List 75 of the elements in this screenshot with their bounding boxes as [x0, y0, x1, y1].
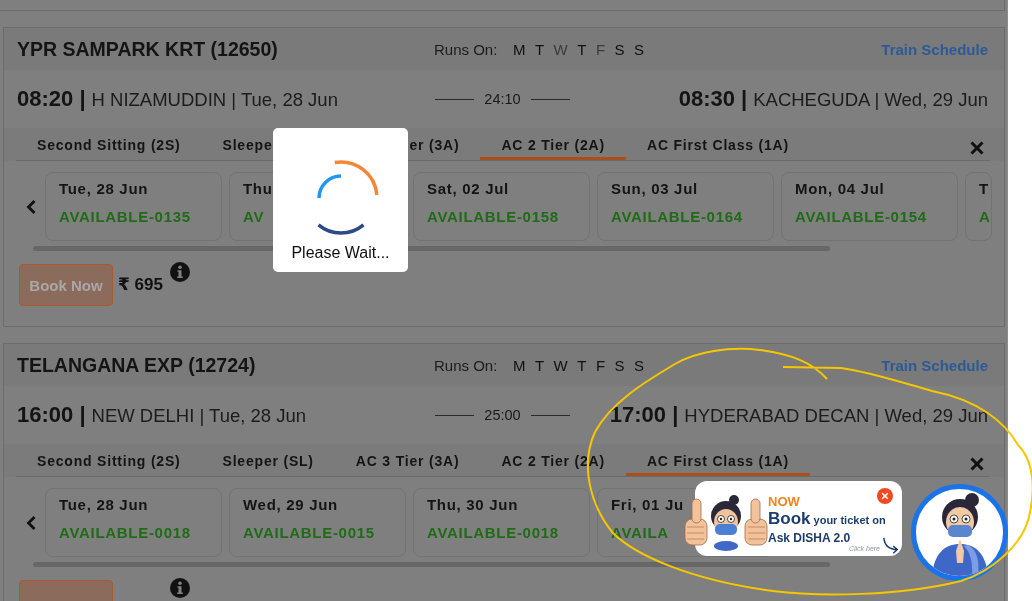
curved-arrow-icon [882, 537, 900, 555]
chevron-left-icon[interactable] [26, 515, 36, 530]
date-card[interactable]: Thu, 30 Jun AVAILABLE-0018 [413, 488, 590, 557]
date-card[interactable]: Tue, 28 Jun AVAILABLE-0018 [45, 488, 222, 557]
departure-details: H NIZAMUDDIN | Tue, 28 Jun [91, 89, 338, 111]
chevron-left-icon[interactable] [26, 199, 36, 214]
class-tab[interactable]: Second Sitting (2S) [16, 128, 202, 160]
weekday-letter: S [614, 40, 625, 58]
journey-duration: 25:00 [484, 407, 521, 423]
scrollbar-thumb[interactable] [33, 562, 830, 567]
travel-date: Sun, 03 Jul [611, 180, 698, 198]
runs-on-label: Runs On: [434, 40, 498, 58]
weekday-letter: S [614, 356, 625, 374]
date-card[interactable]: Mon, 04 Jul AVAILABLE-0154 [781, 172, 958, 241]
date-card[interactable]: T A [965, 172, 992, 241]
loading-message: Please Wait... [291, 244, 390, 262]
train-name: YPR SAMPARK KRT (12650) [17, 37, 278, 61]
arrival-time: 17:00 | [609, 402, 679, 428]
journey-duration: 24:10 [484, 91, 521, 107]
weekday-letter: T [577, 356, 587, 374]
weekday-letter: T [534, 356, 545, 374]
travel-date: Fri, 01 Ju [611, 496, 684, 514]
date-card[interactable]: Tue, 28 Jun AVAILABLE-0135 [45, 172, 222, 241]
weekday-letter: S [634, 356, 645, 374]
class-tab[interactable]: Sleeper (SL) [201, 444, 335, 476]
class-tab[interactable]: AC First Class (1A) [626, 128, 810, 160]
date-card[interactable]: Sat, 02 Jul AVAILABLE-0158 [413, 172, 590, 241]
class-tab[interactable]: Second Sitting (2S) [16, 444, 202, 476]
weekday-letter: T [534, 40, 545, 58]
availability-status: AVAILABLE-0015 [243, 524, 375, 542]
arrival-details: KACHEGUDA | Wed, 29 Jun [753, 89, 988, 111]
info-icon[interactable] [170, 578, 190, 598]
departure-time: 08:20 | [17, 86, 86, 112]
class-tab[interactable]: AC 2 Tier (2A) [480, 128, 626, 160]
travel-date: Mon, 04 Jul [795, 180, 885, 198]
arrival-details: HYDERABAD DECAN | Wed, 29 Jun [684, 405, 988, 427]
fare-amount: ₹ 695 [118, 275, 163, 295]
availability-status: AVAILABLE-0154 [795, 208, 927, 226]
class-tab[interactable]: Sleepe [201, 128, 273, 160]
weekday-letter: M [512, 40, 526, 58]
availability-status: AVAILABLE-0135 [59, 208, 191, 226]
close-icon[interactable] [970, 457, 984, 471]
class-tab[interactable]: er (3A) [409, 128, 481, 160]
arrival-time: 08:30 | [678, 86, 748, 112]
class-tab[interactable]: AC 3 Tier (3A) [334, 444, 481, 476]
runs-on-label: Runs On: [434, 356, 498, 374]
close-icon[interactable] [970, 141, 984, 155]
availability-status: AVAILABLE-0158 [427, 208, 559, 226]
departure-time: 16:00 | [17, 402, 86, 428]
class-tab[interactable]: AC First Class (1A) [625, 444, 810, 476]
train-name: TELANGANA EXP (12724) [17, 353, 256, 377]
travel-date: Tue, 28 Jun [59, 180, 149, 198]
weekday-letter: F [595, 40, 606, 58]
travel-date: Wed, 29 Jun [243, 496, 338, 514]
travel-date: Sat, 02 Jul [427, 180, 509, 198]
date-card[interactable]: Sun, 03 Jul AVAILABLE-0164 [597, 172, 774, 241]
availability-status: AVAILABLE-0164 [611, 208, 743, 226]
availability-status: A [979, 208, 991, 226]
weekday-letter: F [595, 356, 606, 374]
travel-date: Tue, 28 Jun [59, 496, 149, 514]
travel-date: T [979, 180, 989, 198]
weekday-letter: W [553, 40, 568, 58]
close-icon[interactable] [877, 488, 893, 504]
travel-date: Thu, 30 Jun [427, 496, 519, 514]
date-card[interactable]: Wed, 29 Jun AVAILABLE-0015 [229, 488, 406, 557]
info-icon[interactable] [170, 262, 190, 282]
weekday-letter: T [577, 40, 587, 58]
weekday-letter: M [512, 356, 526, 374]
weekday-letter: S [634, 40, 645, 58]
departure-details: NEW DELHI | Tue, 28 Jun [91, 405, 307, 427]
availability-status: AVAILABLE-0018 [59, 524, 191, 542]
availability-status: AVAILABLE-0018 [427, 524, 559, 542]
availability-status: AV [243, 208, 265, 226]
travel-date: Thu [243, 180, 273, 198]
weekday-letter: W [553, 356, 568, 374]
